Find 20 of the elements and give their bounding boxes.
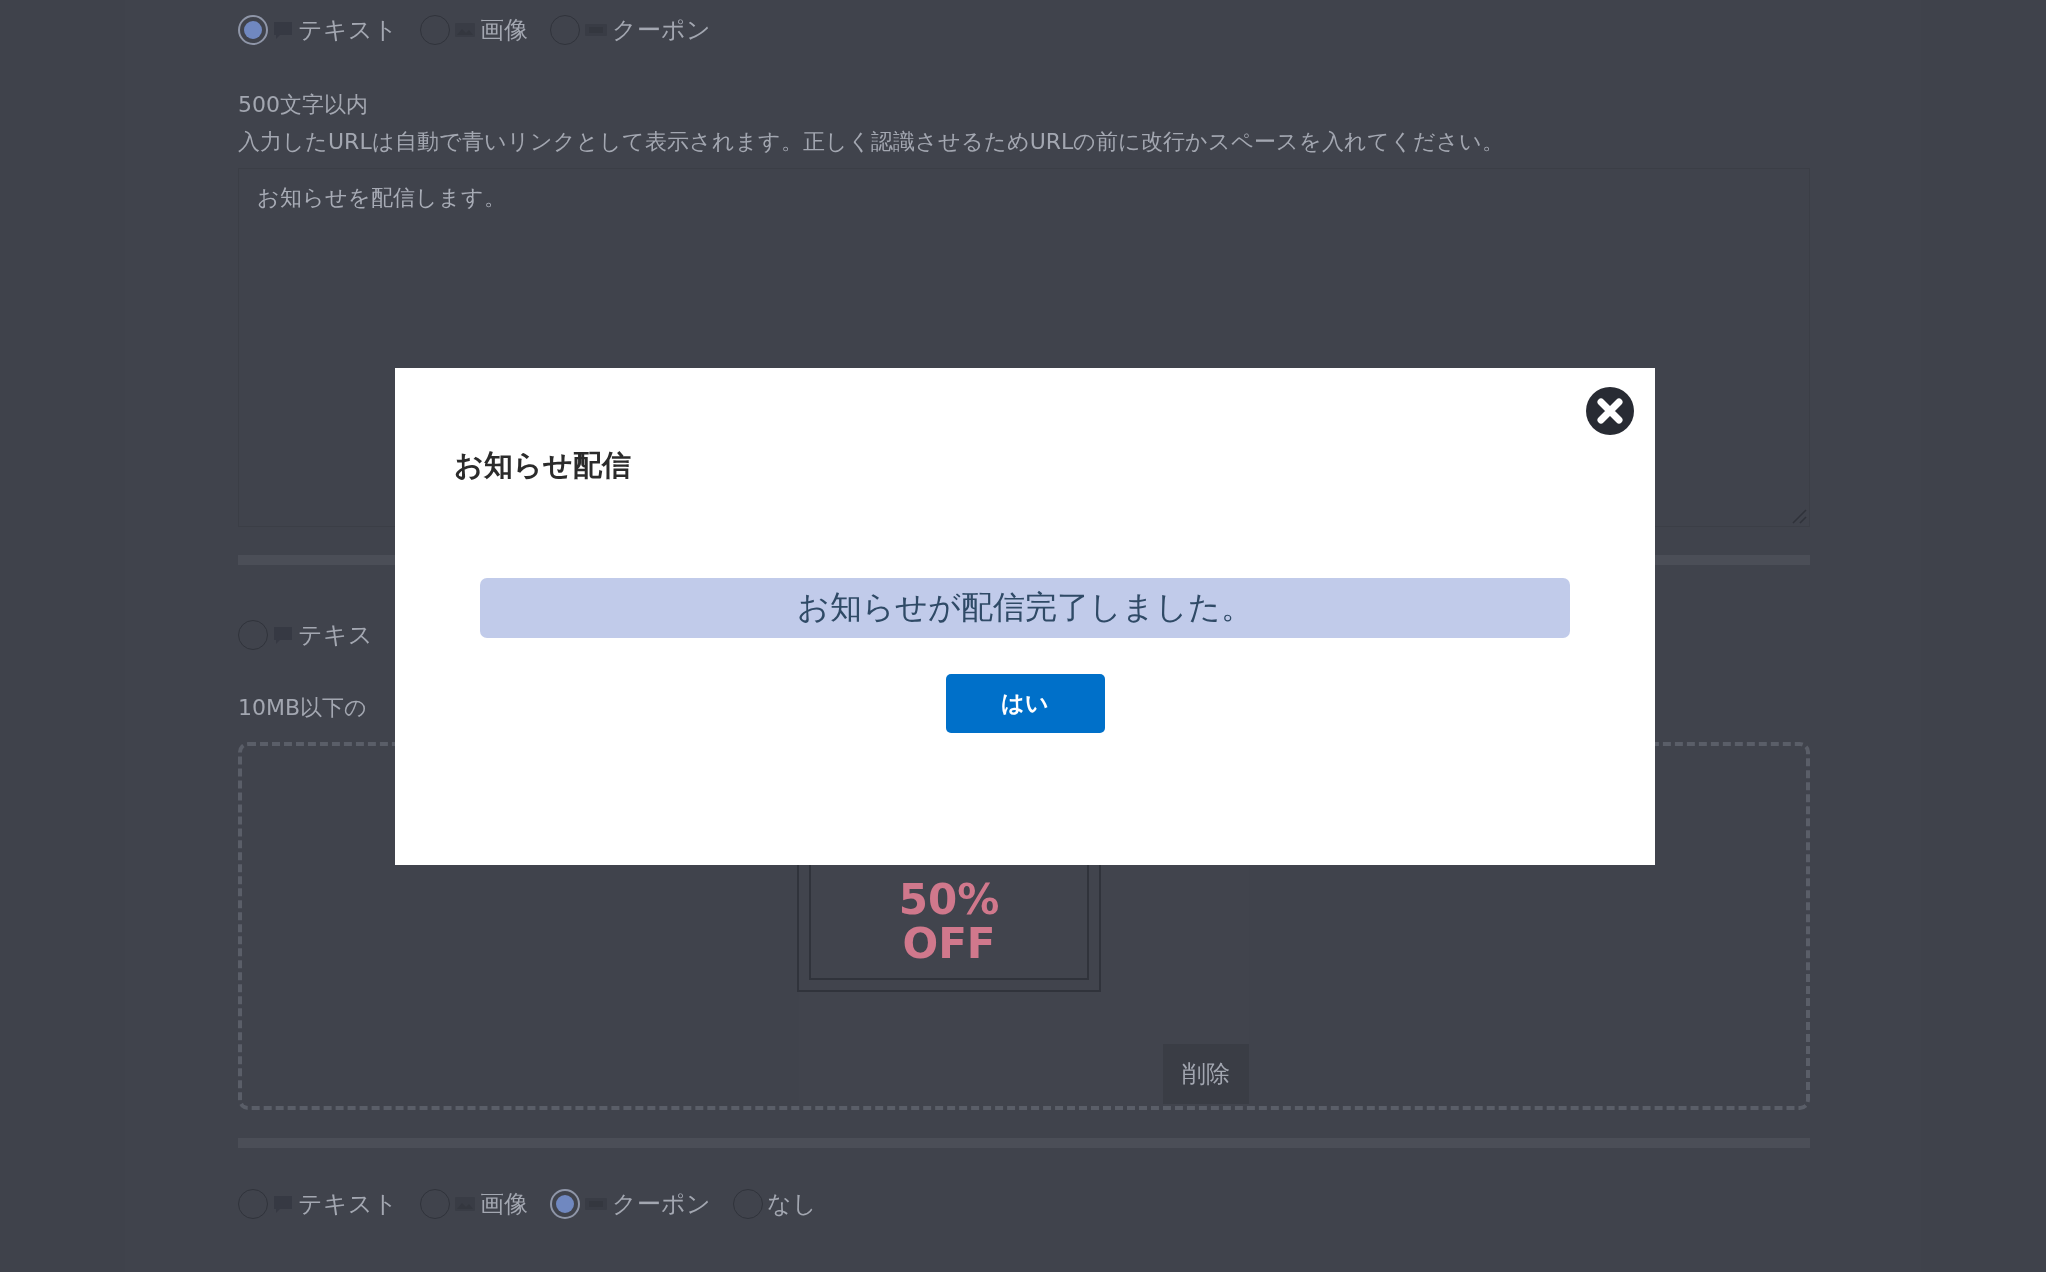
radio-label: テキスト: [298, 1189, 398, 1220]
coupon-text: 50%: [898, 878, 1000, 922]
char-limit-text: 500文字以内: [238, 91, 368, 119]
ok-button[interactable]: はい: [945, 674, 1105, 733]
size-hint-text: 10MB以下の: [238, 694, 368, 722]
radio-button[interactable]: [238, 15, 268, 45]
radio-label: なし: [767, 1189, 817, 1220]
coupon-text: OFF: [902, 922, 996, 966]
radio-label: テキスト: [298, 15, 398, 46]
radio-label: 画像: [480, 1189, 528, 1220]
dialog-title: お知らせ配信: [454, 447, 632, 484]
close-icon[interactable]: [1585, 386, 1635, 436]
radio-button[interactable]: [550, 1189, 580, 1219]
radio-label: クーポン: [612, 1189, 711, 1220]
url-hint-text: 入力したURLは自動で青いリンクとして表示されます。正しく認識させるためURLの前に改行かスペースを入れてください。: [238, 128, 1505, 156]
radio-label: 画像: [480, 15, 528, 46]
delete-button[interactable]: 削除: [1163, 1044, 1249, 1104]
radio-label: テキス: [298, 620, 373, 651]
success-message: お知らせが配信完了しました。: [480, 578, 1570, 638]
radio-label: クーポン: [612, 15, 711, 46]
